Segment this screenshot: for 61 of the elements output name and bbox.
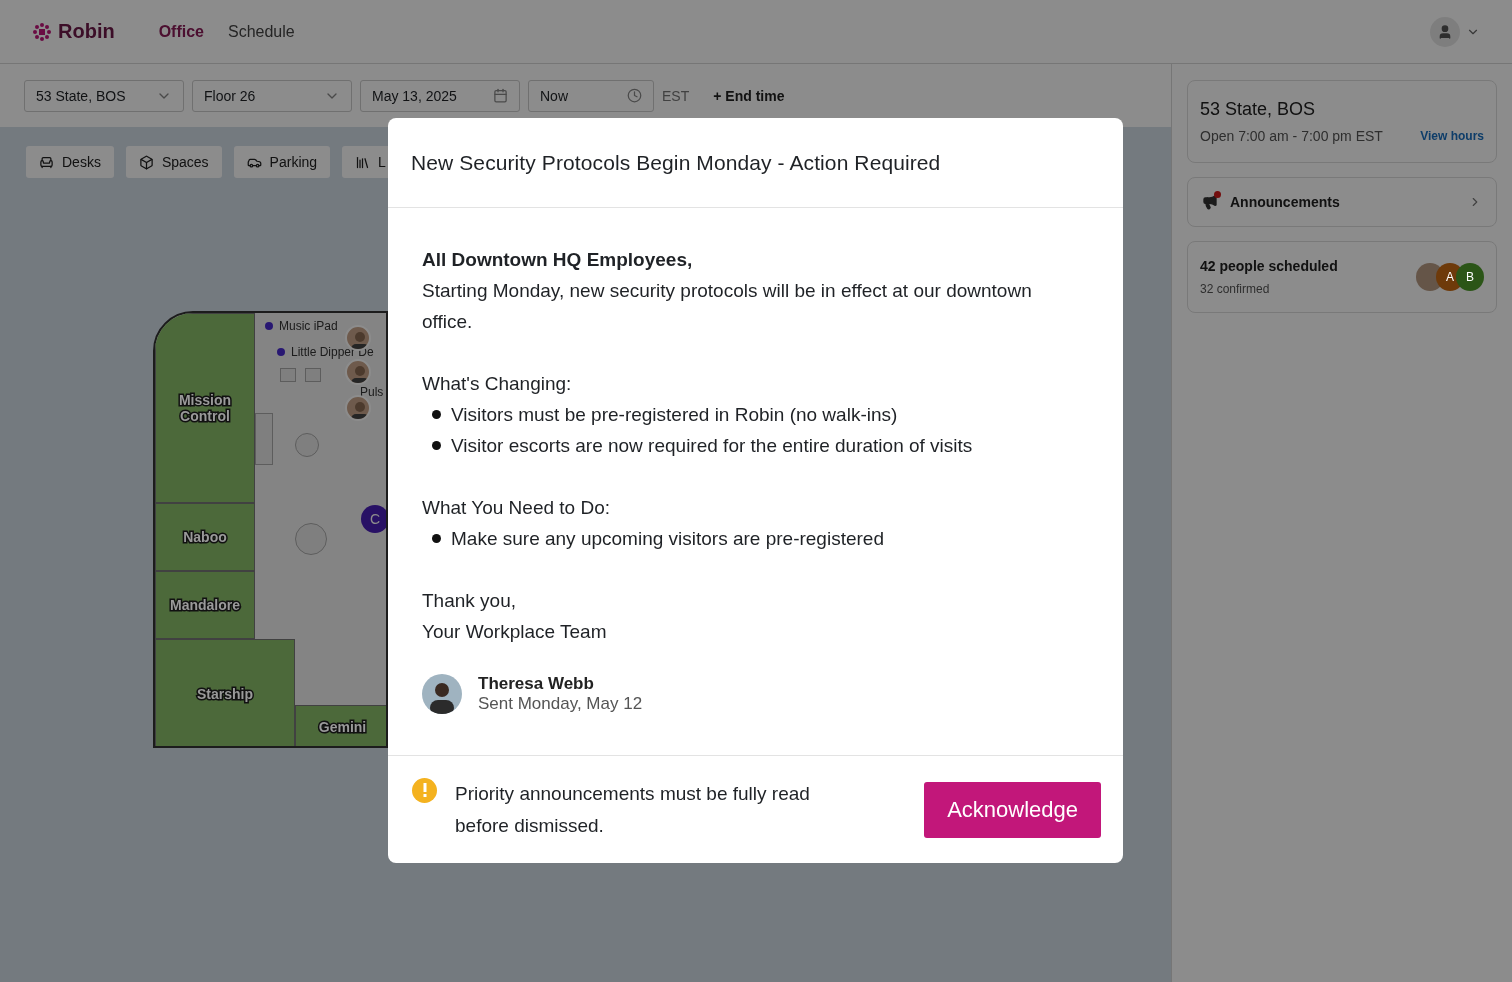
location-dot bbox=[277, 348, 285, 356]
bullet-item: Make sure any upcoming visitors are pre-registered bbox=[422, 523, 1089, 554]
opening-hours: Open 7:00 am - 7:00 pm EST bbox=[1200, 128, 1383, 144]
sent-date: Sent Monday, May 12 bbox=[478, 694, 643, 714]
map-label: Music iPad bbox=[265, 319, 338, 333]
date-field[interactable]: May 13, 2025 bbox=[360, 79, 520, 112]
announcements-button[interactable]: Announcements bbox=[1187, 177, 1497, 227]
signoff-line: Thank you, bbox=[422, 589, 517, 613]
floor-select[interactable]: Floor 26 bbox=[192, 79, 352, 112]
time-field[interactable]: Now bbox=[528, 79, 654, 112]
message-text: What You Need to Do: bbox=[422, 496, 611, 520]
logo-icon bbox=[32, 21, 52, 42]
space-tab[interactable]: Spaces bbox=[125, 146, 222, 178]
timezone-label: EST bbox=[662, 87, 690, 104]
space-tab[interactable]: Parking bbox=[233, 146, 331, 178]
room-name: Mandalore bbox=[170, 596, 240, 614]
calendar-icon bbox=[493, 88, 508, 103]
room-name: Mission Control bbox=[177, 391, 233, 425]
author-name: Theresa Webb bbox=[478, 674, 595, 694]
notice-text: Priority announcements must be fully read before dismissed. bbox=[455, 781, 811, 838]
message-text: Starting Monday, new security protocols will be in effect at our downtown office. bbox=[422, 279, 1032, 334]
desk-icon bbox=[39, 154, 54, 170]
acknowledge-button[interactable]: Acknowledge bbox=[924, 781, 1101, 838]
person-avatar: B bbox=[1456, 263, 1484, 291]
room-name: Gemini bbox=[318, 719, 367, 736]
message-text: What's Changing: bbox=[422, 372, 573, 396]
signoff-line: Your Workplace Team bbox=[422, 620, 608, 644]
room-name: Starship bbox=[197, 686, 253, 703]
locker-icon bbox=[355, 154, 371, 170]
table bbox=[295, 433, 319, 457]
greeting: All Downtown HQ Employees, bbox=[422, 248, 694, 272]
bullet-item: Visitors must be pre-registered in Robin (no walk-ins) bbox=[422, 399, 1089, 430]
view-hours-link[interactable]: View hours bbox=[1420, 129, 1484, 143]
avatar-icon bbox=[345, 395, 371, 421]
confirmed-count: 32 confirmed bbox=[1200, 282, 1271, 296]
clock-icon bbox=[627, 88, 642, 103]
dialog-title: New Security Protocols Begin Monday - Action Required bbox=[411, 150, 941, 175]
avatar-icon bbox=[345, 359, 371, 385]
user-menu[interactable] bbox=[1430, 16, 1480, 47]
logo[interactable]: Robin bbox=[32, 20, 115, 43]
end-time-link[interactable]: + End time bbox=[713, 87, 785, 104]
nav-tab[interactable]: Schedule bbox=[228, 22, 295, 41]
room-name: Naboo bbox=[183, 528, 227, 546]
map-label: Puls bbox=[360, 385, 384, 399]
desk bbox=[255, 413, 273, 465]
warning-icon bbox=[412, 777, 437, 803]
building-select[interactable]: 53 State, BOS bbox=[24, 79, 184, 112]
space-tab[interactable]: Desks bbox=[26, 146, 114, 178]
bullet-item: Visitor escorts are now required for the entire duration of visits bbox=[422, 430, 1089, 461]
space-icon bbox=[138, 154, 154, 170]
location-dot bbox=[265, 322, 273, 330]
desk bbox=[305, 368, 321, 382]
user-icon bbox=[1437, 23, 1453, 40]
author-avatar bbox=[422, 674, 462, 714]
table bbox=[295, 523, 327, 555]
megaphone-icon bbox=[1202, 194, 1218, 210]
user-avatar: C bbox=[361, 505, 386, 533]
location-title: 53 State, BOS bbox=[1200, 99, 1317, 120]
nav-tab[interactable]: Office bbox=[158, 22, 204, 41]
scheduled-count: 42 people scheduled bbox=[1200, 258, 1338, 274]
desk bbox=[280, 368, 296, 382]
